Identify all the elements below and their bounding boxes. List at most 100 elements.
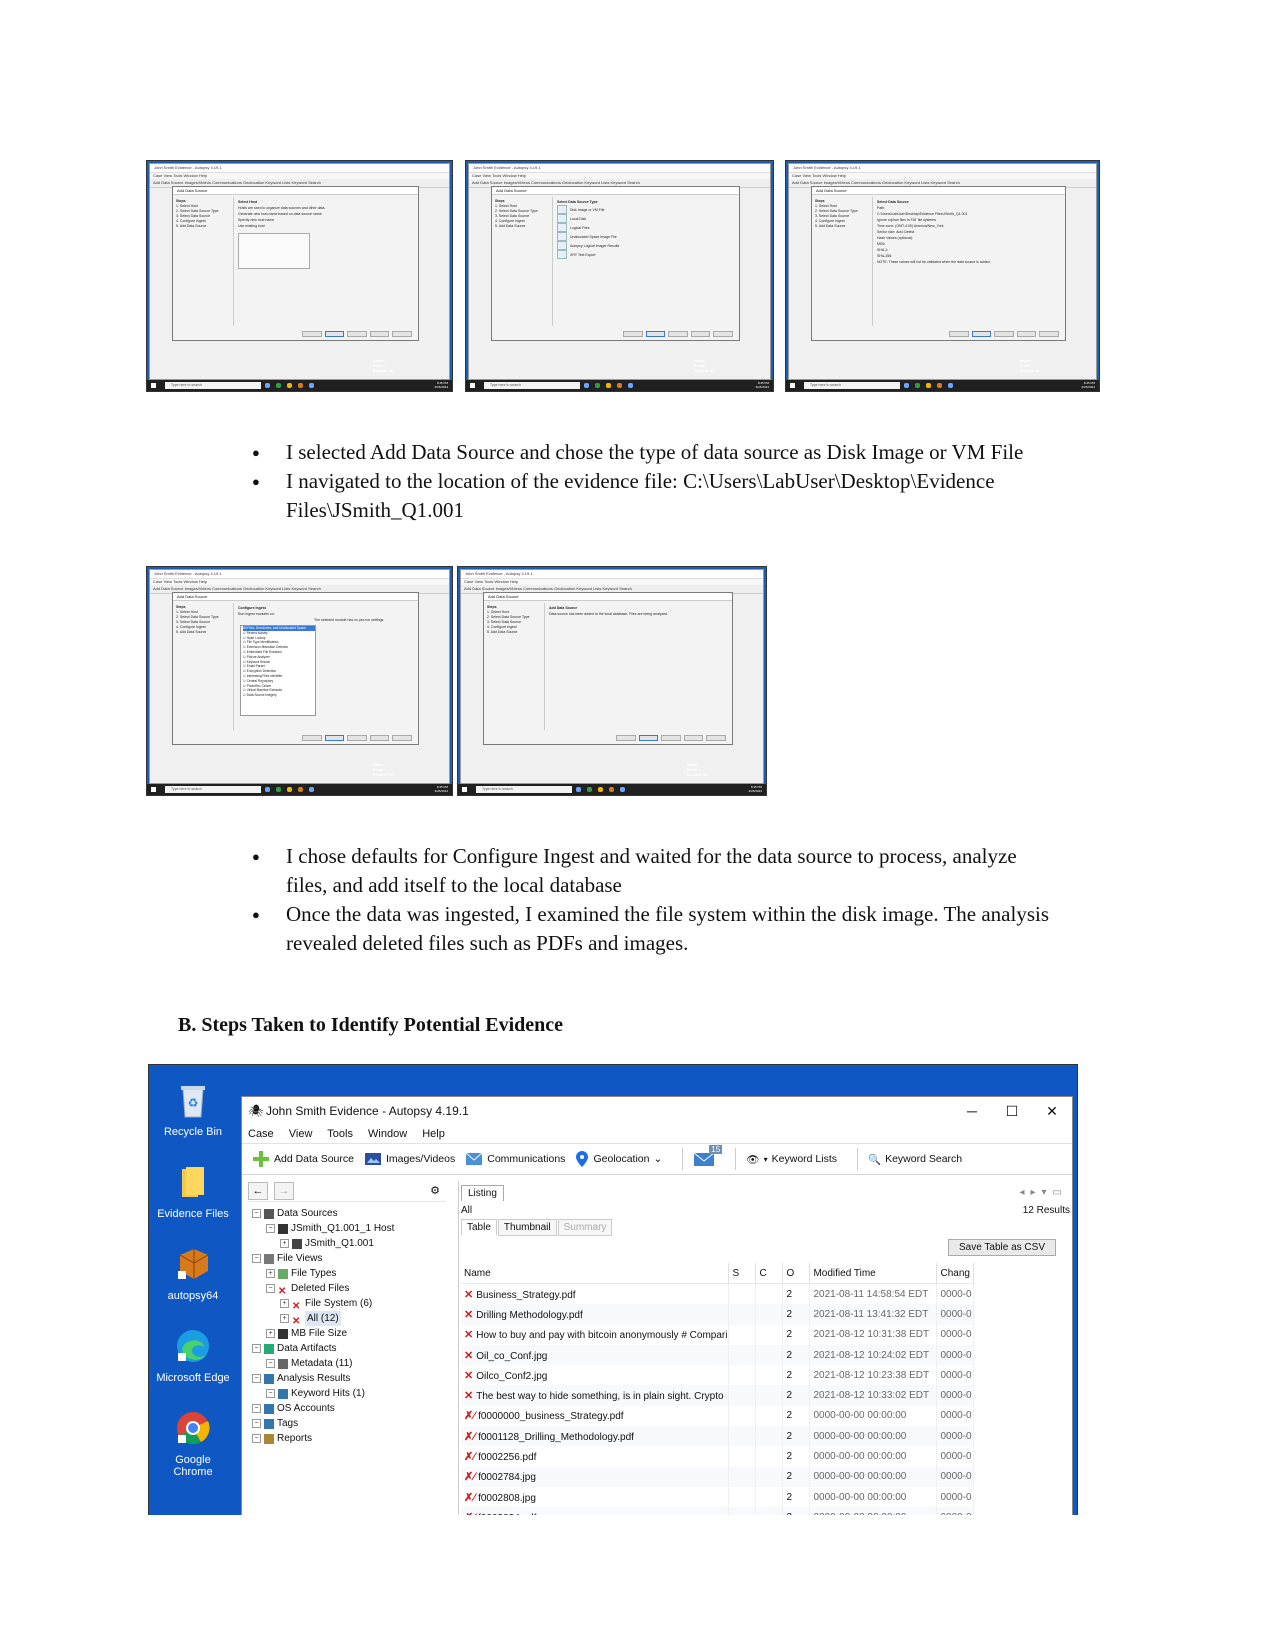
- taskbar-search-input[interactable]: Type here to search: [484, 382, 580, 389]
- desktop-icon-recycle-bin[interactable]: ♻ Recycle Bin: [155, 1081, 231, 1138]
- taskbar-app-icon[interactable]: [276, 383, 281, 388]
- taskbar-app-icon[interactable]: [609, 787, 614, 792]
- geolocation-button[interactable]: Geolocation ⌄: [575, 1150, 662, 1168]
- pane-line[interactable]: Use existing host: [238, 223, 410, 229]
- taskbar-app-icon[interactable]: [915, 383, 920, 388]
- taskbar-app-icon[interactable]: [576, 787, 581, 792]
- help-button[interactable]: [1039, 331, 1059, 337]
- tree-node[interactable]: − OS Accounts: [248, 1401, 446, 1416]
- menu-window[interactable]: Window: [368, 1128, 407, 1140]
- tree-node[interactable]: − Keyword Hits (1): [248, 1386, 446, 1401]
- cancel-button[interactable]: [1016, 331, 1037, 337]
- table-row[interactable]: ✗⁄ f0002808.jpg 2 0000-00-00 00:00:00 000…: [461, 1486, 974, 1508]
- help-button[interactable]: [706, 735, 726, 741]
- back-button[interactable]: [302, 331, 322, 337]
- desktop-icon-edge[interactable]: Microsoft Edge: [155, 1327, 231, 1384]
- desktop-icon-chrome[interactable]: Google Chrome: [155, 1409, 231, 1478]
- tree-node[interactable]: + ✕ File System (6): [248, 1296, 446, 1312]
- tree-node[interactable]: + ✕ All (12): [248, 1311, 446, 1327]
- menu-help[interactable]: Help: [422, 1128, 445, 1140]
- table-row[interactable]: ✗⁄ f0000000_business_Strategy.pdf 2 0000-…: [461, 1405, 974, 1427]
- tree-node[interactable]: − File Views: [248, 1251, 446, 1266]
- taskbar-app-icon[interactable]: [265, 787, 270, 792]
- back-button[interactable]: [616, 735, 636, 741]
- expand-toggle-icon[interactable]: −: [266, 1224, 275, 1233]
- column-header-s[interactable]: S: [728, 1263, 757, 1284]
- taskbar-app-icon[interactable]: [620, 787, 625, 792]
- cancel-button[interactable]: [369, 331, 390, 337]
- cancel-button[interactable]: [690, 331, 711, 337]
- next-button[interactable]: [971, 331, 992, 337]
- table-row[interactable]: ✗⁄ f0001128_Drilling_Methodology.pdf 2 00…: [461, 1426, 974, 1447]
- table-row[interactable]: ✕ Business_Strategy.pdf 2 2021-08-11 14:5…: [461, 1283, 974, 1305]
- taskbar-app-icon[interactable]: [298, 787, 303, 792]
- finish-button[interactable]: [347, 331, 367, 337]
- tree-node[interactable]: − Data Artifacts: [248, 1341, 446, 1356]
- tree-node[interactable]: − ✕ Deleted Files: [248, 1281, 446, 1297]
- cell-name[interactable]: ✕ Oil_co_Conf.jpg: [461, 1344, 730, 1366]
- next-button[interactable]: [638, 735, 659, 741]
- tree-node[interactable]: − Data Sources: [248, 1206, 446, 1221]
- tree-node[interactable]: + MB File Size: [248, 1326, 446, 1341]
- tree-node[interactable]: − JSmith_Q1.001_1 Host: [248, 1221, 446, 1236]
- listing-nav-arrows[interactable]: ◂▸▾▭: [1019, 1187, 1068, 1198]
- column-header-name[interactable]: Name: [461, 1263, 730, 1284]
- maximize-button[interactable]: ☐: [992, 1097, 1032, 1125]
- cell-name[interactable]: ✕ The best way to hide something, is in p…: [461, 1385, 730, 1406]
- expand-toggle-icon[interactable]: −: [252, 1404, 261, 1413]
- communications-button[interactable]: Communications: [465, 1150, 565, 1168]
- pane-line[interactable]: Local Disk: [557, 214, 731, 223]
- menu-view[interactable]: View: [289, 1128, 313, 1140]
- keyword-lists-button[interactable]: 👁 ▾ Keyword Lists: [746, 1153, 837, 1166]
- tree-node[interactable]: − Analysis Results: [248, 1371, 446, 1386]
- taskbar-app-icon[interactable]: [926, 383, 931, 388]
- back-button[interactable]: ←: [248, 1182, 268, 1200]
- taskbar-search-input[interactable]: Type here to search: [165, 786, 261, 793]
- taskbar-app-icon[interactable]: [287, 383, 292, 388]
- tab-listing[interactable]: Listing: [461, 1185, 504, 1201]
- menu-tools[interactable]: Tools: [327, 1128, 353, 1140]
- help-button[interactable]: [392, 331, 412, 337]
- finish-button[interactable]: [994, 331, 1014, 337]
- next-button[interactable]: [324, 735, 345, 741]
- column-header-c[interactable]: C: [755, 1263, 784, 1284]
- windows-start-icon[interactable]: [790, 383, 795, 388]
- expand-toggle-icon[interactable]: +: [266, 1269, 275, 1278]
- table-row[interactable]: ✕ Oilco_Conf2.jpg 2 2021-08-12 10:23:38 E…: [461, 1365, 974, 1386]
- help-button[interactable]: [392, 735, 412, 741]
- pane-line[interactable]: Logical Files: [557, 223, 731, 232]
- taskbar-app-icon[interactable]: [265, 383, 270, 388]
- next-button[interactable]: [324, 331, 345, 337]
- tree-node[interactable]: − Reports: [248, 1431, 446, 1446]
- tab-table[interactable]: Table: [461, 1219, 497, 1236]
- taskbar-app-icon[interactable]: [904, 383, 909, 388]
- save-table-csv-button[interactable]: Save Table as CSV: [948, 1239, 1056, 1256]
- images-videos-button[interactable]: Images/Videos: [364, 1150, 455, 1168]
- menu-case[interactable]: Case: [248, 1128, 274, 1140]
- tree-node[interactable]: + JSmith_Q1.001: [248, 1236, 446, 1251]
- pane-line[interactable]: NOTE: These values will not be validated…: [877, 259, 1057, 265]
- table-row[interactable]: ✗⁄ f0002256.pdf 2 0000-00-00 00:00:00 000…: [461, 1446, 974, 1467]
- expand-toggle-icon[interactable]: +: [266, 1329, 275, 1338]
- taskbar-app-icon[interactable]: [587, 787, 592, 792]
- pane-line[interactable]: Unallocated Space Image File: [557, 232, 731, 241]
- cell-name[interactable]: ✕ How to buy and pay with bitcoin anonymo…: [461, 1324, 730, 1345]
- pane-line[interactable]: Autopsy Logical Imager Results: [557, 241, 731, 250]
- settings-gear-icon[interactable]: ⚙: [426, 1183, 444, 1199]
- ingest-module-list[interactable]: All Files, Directories, and Unallocated …: [240, 625, 316, 716]
- finish-button[interactable]: [661, 735, 681, 741]
- desktop-icon-evidence-files[interactable]: Evidence Files: [155, 1163, 231, 1220]
- cancel-button[interactable]: [369, 735, 390, 741]
- cell-name[interactable]: ✗⁄ f0001128_Drilling_Methodology.pdf: [461, 1426, 730, 1447]
- taskbar-search-input[interactable]: Type here to search: [476, 786, 572, 793]
- minimize-button[interactable]: ─: [952, 1097, 992, 1125]
- taskbar-app-icon[interactable]: [276, 787, 281, 792]
- tree-node[interactable]: + File Types: [248, 1266, 446, 1281]
- cell-name[interactable]: ✗⁄ f0002808.jpg: [461, 1486, 730, 1508]
- cell-name[interactable]: ✗⁄ f0002256.pdf: [461, 1446, 730, 1467]
- cancel-button[interactable]: [683, 735, 704, 741]
- expand-toggle-icon[interactable]: +: [280, 1239, 289, 1248]
- taskbar-app-icon[interactable]: [595, 383, 600, 388]
- column-header-change-time[interactable]: Chang: [936, 1263, 974, 1284]
- column-header-modified-time[interactable]: Modified Time: [809, 1263, 938, 1284]
